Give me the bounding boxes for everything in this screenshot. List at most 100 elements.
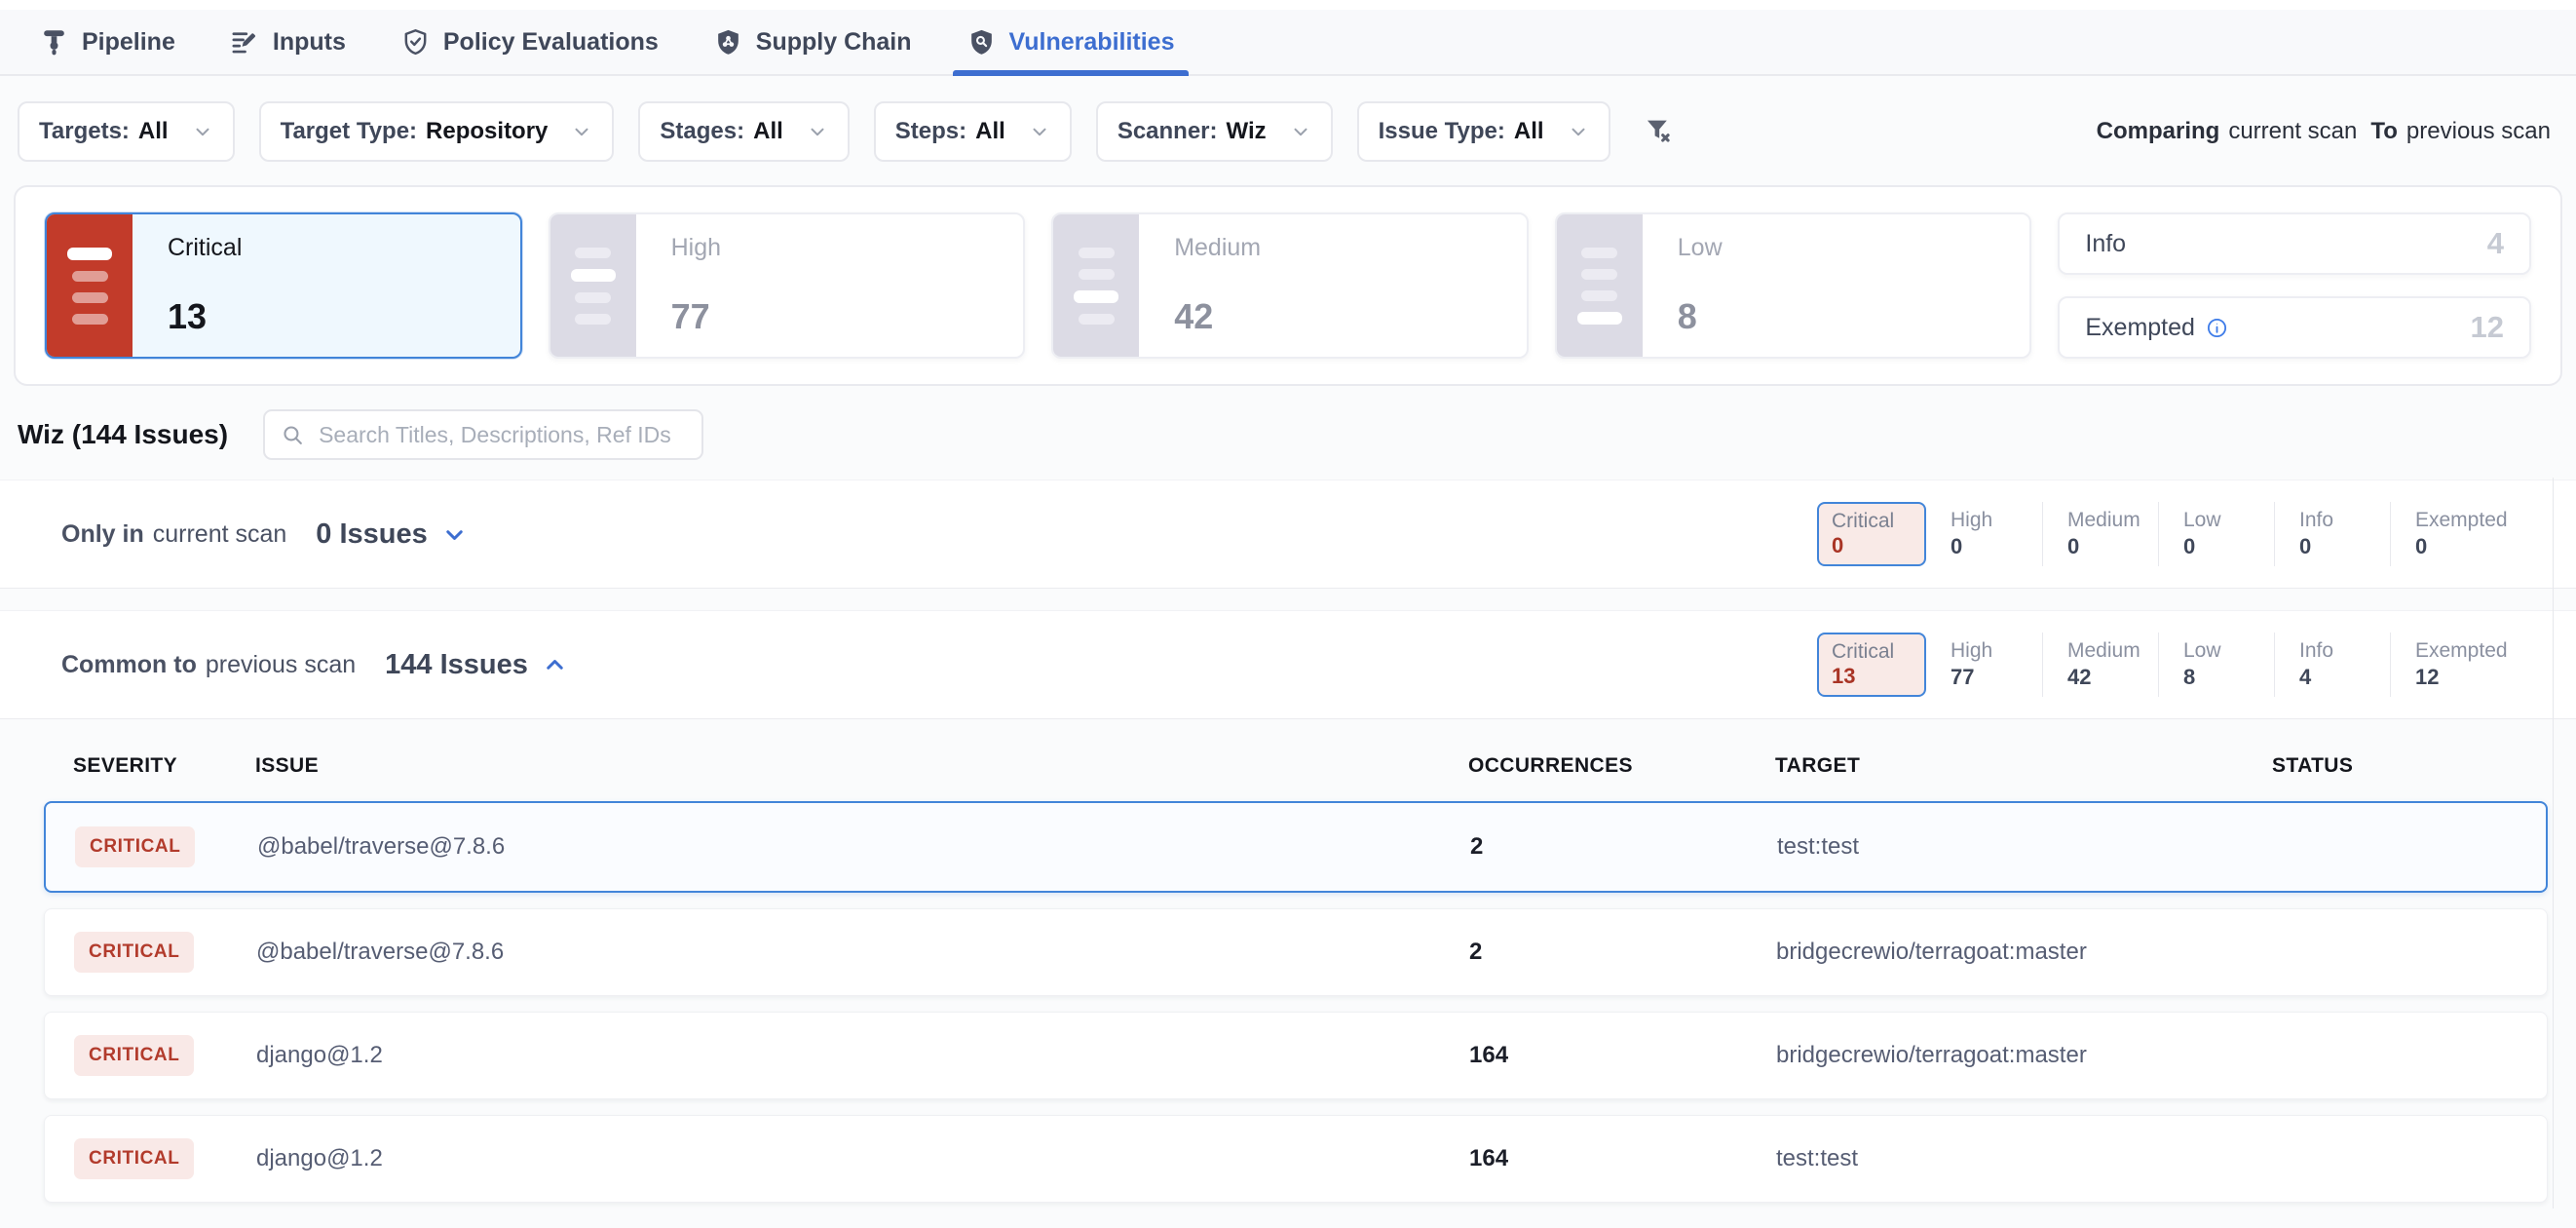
- severity-card-info[interactable]: Info 4: [2058, 212, 2531, 275]
- scanner-heading: Wiz (144 Issues): [18, 419, 228, 450]
- tab-vulnerabilities[interactable]: Vulnerabilities: [966, 10, 1175, 74]
- tab-pipeline[interactable]: Pipeline: [39, 10, 175, 74]
- filter-targets[interactable]: Targets: All: [18, 101, 235, 162]
- issue-cell: @babel/traverse@7.8.6: [257, 833, 1470, 861]
- severity-card-count: 4: [2487, 226, 2504, 261]
- table-header: SEVERITY ISSUE OCCURRENCES TARGET STATUS: [44, 754, 2548, 801]
- right-edge-rule: [2553, 478, 2554, 1209]
- target-cell: bridgecrewio/terragoat:master: [1776, 1042, 2273, 1069]
- table-row[interactable]: CRITICAL @babel/traverse@7.8.6 2 test:te…: [44, 801, 2548, 893]
- mini-count-critical[interactable]: Critical 13: [1817, 633, 1926, 697]
- top-strip: [0, 0, 2576, 10]
- mini-count-critical[interactable]: Critical 0: [1817, 502, 1926, 566]
- mini-count-exempted[interactable]: Exempted 0: [2390, 502, 2506, 566]
- inputs-icon: [230, 27, 260, 58]
- common-to-previous-scan-toggle[interactable]: Common to previous scan 144 Issues: [61, 649, 568, 681]
- severity-card-count: 8: [1678, 296, 2030, 337]
- search-input[interactable]: [317, 421, 686, 449]
- tab-label: Inputs: [273, 28, 346, 57]
- col-target: TARGET: [1775, 754, 2272, 778]
- severity-card-medium[interactable]: Medium 42: [1051, 212, 1529, 359]
- only-in-current-scan-section: Only in current scan 0 Issues Critical 0…: [0, 480, 2576, 589]
- filter-scanner[interactable]: Scanner: Wiz: [1096, 101, 1333, 162]
- scanner-row: Wiz (144 Issues): [0, 386, 2576, 480]
- mini-count-low[interactable]: Low 8: [2158, 633, 2274, 697]
- table-row[interactable]: CRITICAL django@1.2 164 test:test: [44, 1115, 2548, 1203]
- filter-clear-icon: [1643, 115, 1676, 148]
- severity-card-count: 13: [168, 296, 520, 337]
- chevron-down-icon: [571, 121, 592, 142]
- issue-cell: @babel/traverse@7.8.6: [256, 939, 1469, 966]
- severity-summary-panel: Critical 13 High 77 Medium 42 Low 8 I: [14, 185, 2562, 386]
- occurrences-cell: 2: [1470, 833, 1777, 861]
- tab-label: Policy Evaluations: [443, 28, 659, 57]
- table-row[interactable]: CRITICAL django@1.2 164 bridgecrewio/ter…: [44, 1012, 2548, 1099]
- target-cell: test:test: [1776, 1145, 2273, 1172]
- filter-steps[interactable]: Steps: All: [874, 101, 1072, 162]
- col-severity: SEVERITY: [73, 754, 255, 778]
- mini-count-info[interactable]: Info 0: [2274, 502, 2390, 566]
- policy-evaluations-icon: [400, 27, 431, 58]
- occurrences-cell: 164: [1469, 1042, 1776, 1069]
- severity-mini-counts: Critical 0 High 0 Medium 0 Low 0 Info 0 …: [1817, 502, 2506, 566]
- search-box: [263, 409, 703, 460]
- severity-card-low[interactable]: Low 8: [1555, 212, 2032, 359]
- chevron-down-icon: [192, 121, 213, 142]
- severity-level-bars: [47, 214, 133, 357]
- clear-filters-button[interactable]: [1643, 115, 1676, 148]
- mini-count-medium[interactable]: Medium 0: [2042, 502, 2158, 566]
- occurrences-cell: 2: [1469, 939, 1776, 966]
- tab-label: Vulnerabilities: [1009, 28, 1175, 57]
- severity-card-count: 42: [1174, 296, 1527, 337]
- severity-card-label: Low: [1678, 234, 2030, 262]
- mini-count-medium[interactable]: Medium 42: [2042, 633, 2158, 697]
- severity-card-high[interactable]: High 77: [549, 212, 1026, 359]
- tab-label: Pipeline: [82, 28, 175, 57]
- issues-table: SEVERITY ISSUE OCCURRENCES TARGET STATUS…: [0, 741, 2576, 1203]
- mini-count-exempted[interactable]: Exempted 12: [2390, 633, 2506, 697]
- severity-card-critical[interactable]: Critical 13: [45, 212, 522, 359]
- chevron-down-icon: [807, 121, 828, 142]
- info-exempted-column: Info 4 Exempted 12: [2058, 212, 2531, 359]
- severity-card-exempted[interactable]: Exempted 12: [2058, 296, 2531, 359]
- filter-issue-type[interactable]: Issue Type: All: [1357, 101, 1610, 162]
- tab-label: Supply Chain: [756, 28, 912, 57]
- info-icon: [2206, 317, 2228, 339]
- tab-supply-chain[interactable]: Supply Chain: [713, 10, 912, 74]
- issue-cell: django@1.2: [256, 1042, 1469, 1069]
- col-status: STATUS: [2272, 754, 2519, 778]
- issue-cell: django@1.2: [256, 1145, 1469, 1172]
- mini-count-low[interactable]: Low 0: [2158, 502, 2274, 566]
- severity-badge: CRITICAL: [74, 1035, 194, 1076]
- scan-comparison-label: Comparingcurrent scanToprevious scan: [2097, 118, 2551, 145]
- severity-card-count: 12: [2470, 310, 2503, 345]
- filter-stages[interactable]: Stages: All: [638, 101, 849, 162]
- severity-badge: CRITICAL: [74, 1138, 194, 1179]
- main-tabbar: Pipeline Inputs Policy Evaluations Suppl…: [0, 10, 2576, 76]
- vulnerabilities-icon: [966, 27, 997, 58]
- severity-badge: CRITICAL: [75, 826, 195, 867]
- severity-level-bars: [1053, 214, 1139, 357]
- severity-card-label: Critical: [168, 234, 520, 262]
- col-issue: ISSUE: [255, 754, 1468, 778]
- target-cell: bridgecrewio/terragoat:master: [1776, 939, 2273, 966]
- supply-chain-icon: [713, 27, 743, 58]
- filter-chips: Targets: All Target Type: Repository Sta…: [18, 101, 1676, 162]
- mini-count-high[interactable]: High 0: [1926, 502, 2042, 566]
- tab-policy-evaluations[interactable]: Policy Evaluations: [400, 10, 659, 74]
- mini-count-high[interactable]: High 77: [1926, 633, 2042, 697]
- severity-card-label: High: [671, 234, 1024, 262]
- chevron-down-icon[interactable]: [441, 521, 468, 548]
- filter-target-type[interactable]: Target Type: Repository: [259, 101, 615, 162]
- severity-level-bars: [550, 214, 636, 357]
- only-in-current-scan-toggle[interactable]: Only in current scan 0 Issues: [61, 518, 468, 551]
- table-row[interactable]: CRITICAL @babel/traverse@7.8.6 2 bridgec…: [44, 908, 2548, 996]
- tab-inputs[interactable]: Inputs: [230, 10, 346, 74]
- mini-count-info[interactable]: Info 4: [2274, 633, 2390, 697]
- issues-count-label: 0 Issues: [316, 518, 467, 551]
- issues-count-label: 144 Issues: [385, 649, 568, 681]
- chevron-up-icon[interactable]: [542, 652, 568, 678]
- severity-mini-counts: Critical 13 High 77 Medium 42 Low 8 Info…: [1817, 633, 2506, 697]
- chevron-down-icon: [1568, 121, 1589, 142]
- target-cell: test:test: [1777, 833, 2274, 861]
